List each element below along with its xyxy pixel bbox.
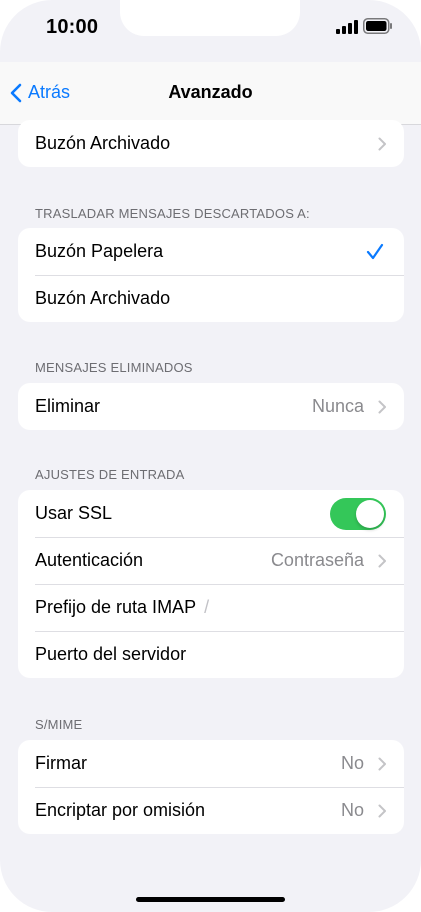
row-imap-path-prefix[interactable]: Prefijo de ruta IMAP / (18, 584, 404, 631)
chevron-right-icon (378, 804, 386, 817)
status-bar: 10:00 (0, 0, 421, 62)
group-move-discarded: Buzón Papelera Buzón Archivado (18, 228, 404, 322)
imap-prefix-input[interactable]: / (204, 597, 209, 618)
row-server-port[interactable]: Puerto del servidor (18, 631, 404, 678)
row-authentication[interactable]: Autenticación Contraseña (18, 537, 404, 584)
status-time: 10:00 (46, 16, 99, 38)
section-header-deleted: MENSAJES ELIMINADOS (35, 360, 193, 375)
group-archive-top: Buzón Archivado (18, 120, 404, 167)
row-value: No (340, 753, 364, 773)
section-header-move-discarded: TRASLADAR MENSAJES DESCARTADOS A: (35, 206, 310, 221)
section-header-smime: S/MIME (35, 717, 83, 732)
row-use-ssl: Usar SSL (18, 490, 404, 537)
group-incoming: Usar SSL Autenticación Contraseña Prefij… (18, 490, 404, 678)
row-label: Usar SSL (35, 503, 113, 523)
row-archive-mailbox-top[interactable]: Buzón Archivado (18, 120, 404, 167)
row-value: Contraseña (270, 550, 364, 570)
cellular-signal-icon (336, 20, 358, 39)
row-label: Autenticación (35, 550, 144, 570)
chevron-right-icon (378, 554, 386, 567)
row-label: Buzón Archivado (35, 288, 171, 308)
group-smime: Firmar No Encriptar por omisión No (18, 740, 404, 834)
row-label: Puerto del servidor (35, 644, 187, 664)
checkmark-icon (366, 243, 384, 259)
home-indicator[interactable] (136, 897, 285, 902)
chevron-right-icon (378, 400, 386, 413)
row-label: Eliminar (35, 396, 101, 416)
row-sign[interactable]: Firmar No (18, 740, 404, 787)
row-label: Firmar (35, 753, 87, 773)
row-label: Buzón Archivado (35, 133, 171, 153)
group-deleted: Eliminar Nunca (18, 383, 404, 430)
row-value: No (340, 800, 364, 820)
row-archive-mailbox[interactable]: Buzón Archivado (18, 275, 404, 322)
battery-icon (363, 18, 393, 39)
notch (120, 0, 300, 36)
row-label: Encriptar por omisión (35, 800, 206, 820)
toggle-knob (356, 500, 384, 528)
ssl-toggle[interactable] (330, 498, 386, 530)
chevron-right-icon (378, 137, 386, 150)
row-encrypt-by-default[interactable]: Encriptar por omisión No (18, 787, 404, 834)
row-trash-mailbox[interactable]: Buzón Papelera (18, 228, 404, 275)
row-value: Nunca (311, 396, 364, 416)
row-label: Prefijo de ruta IMAP (35, 597, 197, 617)
row-label: Buzón Papelera (35, 241, 164, 261)
chevron-right-icon (378, 757, 386, 770)
navigation-bar: Atrás Avanzado (0, 62, 421, 125)
page-title: Avanzado (168, 82, 253, 102)
phone-screen: 10:00 Atrás Avanzado Buzón Archivado TRA… (0, 0, 421, 912)
section-header-incoming: AJUSTES DE ENTRADA (35, 467, 185, 482)
row-delete-messages[interactable]: Eliminar Nunca (18, 383, 404, 430)
